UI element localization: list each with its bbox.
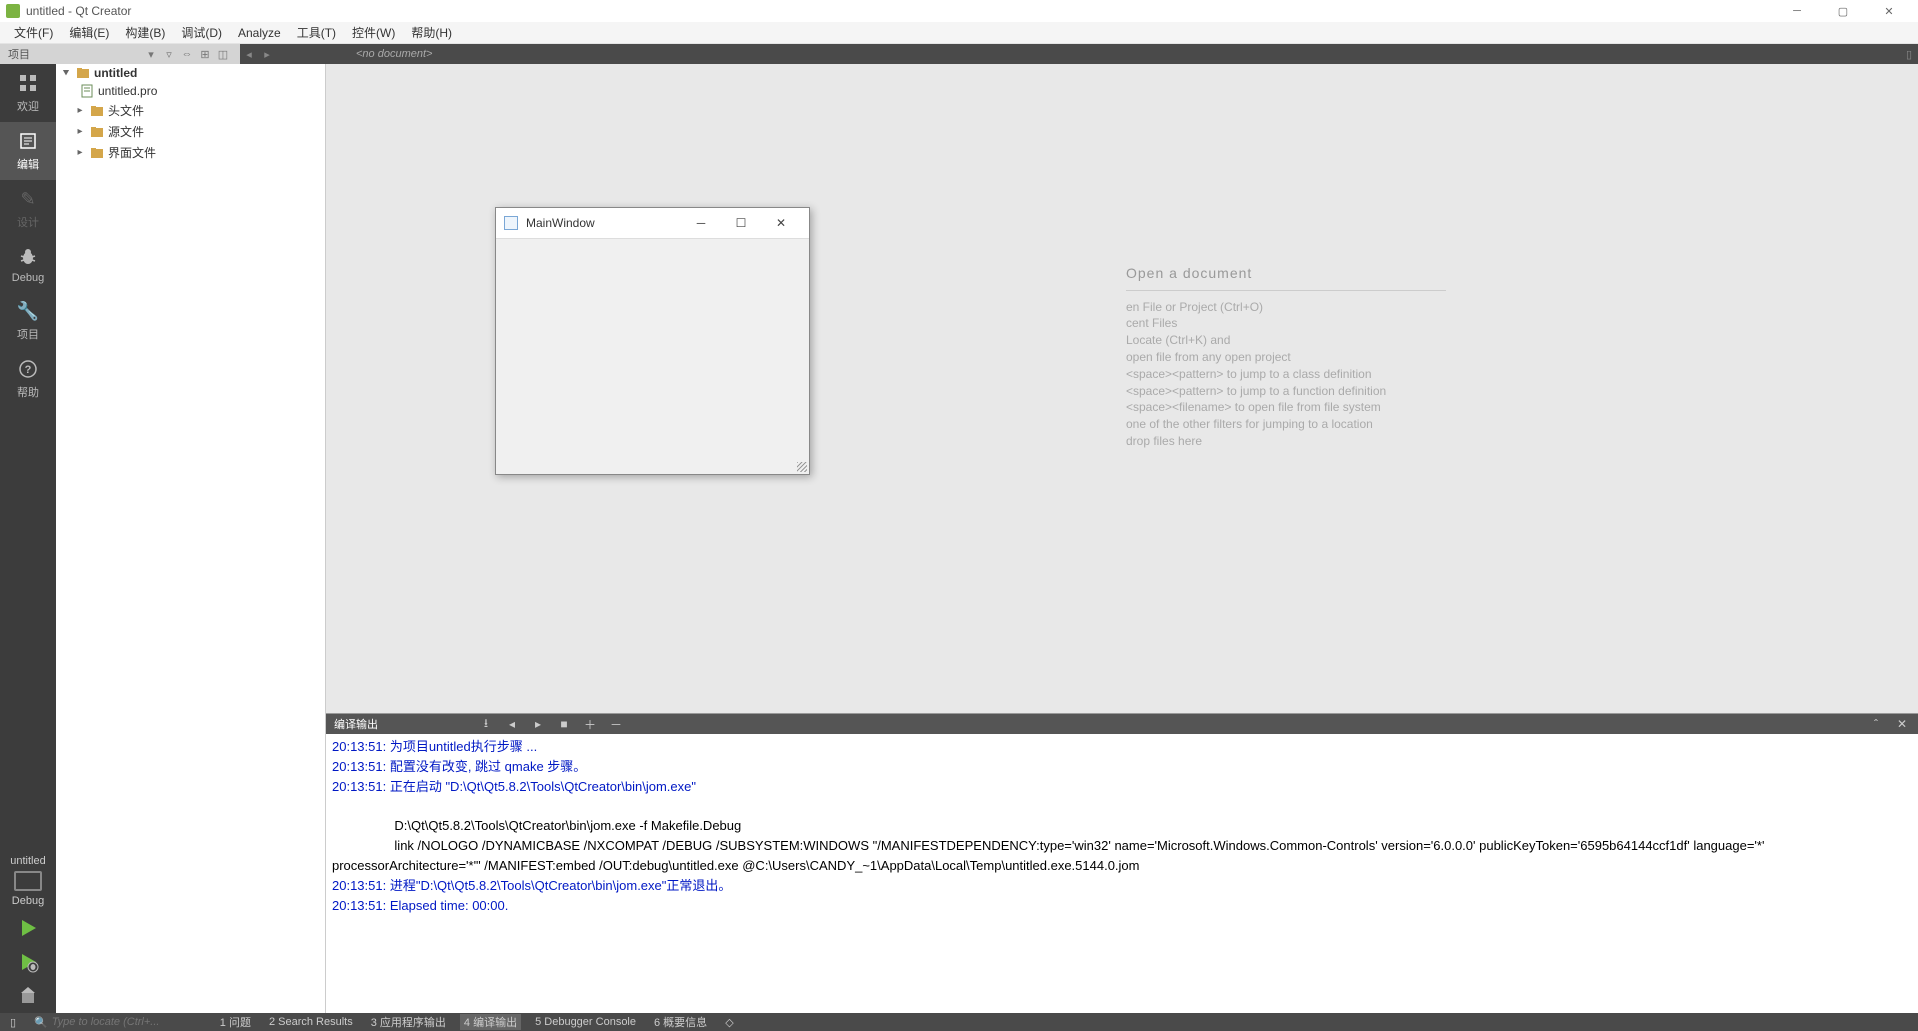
status-tab-compile[interactable]: 4 编译输出: [460, 1014, 521, 1030]
build-button[interactable]: [0, 979, 56, 1013]
wrench-icon: 🔧: [17, 300, 39, 322]
output-close-icon[interactable]: ✕: [1894, 717, 1910, 731]
folder-icon: [90, 104, 104, 118]
document-selector[interactable]: <no document>: [356, 48, 432, 60]
tree-folder-headers[interactable]: ▸ 头文件: [56, 100, 325, 121]
statusbar: ▯ 🔍 1 问题 2 Search Results 3 应用程序输出 4 编译输…: [0, 1013, 1918, 1031]
output-remove-icon[interactable]: －: [608, 716, 624, 733]
output-goto-icon[interactable]: ⭳: [478, 714, 494, 735]
mainwindow-title: MainWindow: [526, 216, 595, 230]
menu-file[interactable]: 文件(F): [6, 22, 61, 43]
menu-analyze[interactable]: Analyze: [230, 24, 289, 42]
debug-run-button[interactable]: [0, 945, 56, 979]
svg-text:?: ?: [25, 364, 32, 376]
menu-widgets[interactable]: 控件(W): [344, 22, 403, 43]
window-maximize-button[interactable]: ▢: [1820, 0, 1866, 22]
status-tab-issues[interactable]: 1 问题: [216, 1014, 255, 1030]
titlebar: untitled - Qt Creator ─ ▢ ✕: [0, 0, 1918, 22]
bug-icon: [17, 246, 39, 268]
project-tree[interactable]: ⯆ untitled untitled.pro ▸ 头文件 ▸ 源文件: [56, 64, 326, 1013]
mode-debug[interactable]: Debug: [0, 238, 56, 292]
chevron-right-icon[interactable]: ▸: [74, 126, 86, 137]
dropdown-icon[interactable]: ▾: [143, 46, 159, 62]
window-minimize-button[interactable]: ─: [1774, 0, 1820, 22]
tree-pro-file[interactable]: untitled.pro: [56, 82, 325, 100]
nav-back-icon[interactable]: ◂: [241, 46, 257, 62]
menu-help[interactable]: 帮助(H): [403, 22, 460, 43]
monitor-icon: [14, 871, 42, 891]
tree-folder-sources[interactable]: ▸ 源文件: [56, 121, 325, 142]
window-app-icon: [504, 216, 518, 230]
output-prev-icon[interactable]: ◂: [504, 717, 520, 731]
project-pane-label: 项目: [8, 46, 30, 62]
status-tab-general[interactable]: 6 概要信息: [650, 1014, 711, 1030]
file-icon: [80, 84, 94, 98]
mode-design: ✎ 设计: [0, 180, 56, 238]
output-add-icon[interactable]: ＋: [582, 716, 598, 733]
locate-input[interactable]: [52, 1016, 202, 1028]
mainwindow-minimize-button[interactable]: ─: [681, 208, 721, 238]
main-area: 欢迎 编辑 ✎ 设计 Debug 🔧 项目 ? 帮助: [0, 64, 1918, 1013]
compile-output-content[interactable]: 20:13:51: 为项目untitled执行步骤 ... 20:13:51: …: [326, 734, 1918, 1013]
status-tab-more[interactable]: ◇: [721, 1016, 737, 1029]
window-close-button[interactable]: ✕: [1866, 0, 1912, 22]
status-tab-search[interactable]: 2 Search Results: [265, 1016, 357, 1028]
menubar: 文件(F) 编辑(E) 构建(B) 调试(D) Analyze 工具(T) 控件…: [0, 22, 1918, 44]
mainwindow-dialog[interactable]: MainWindow ─ ☐ ✕: [495, 207, 810, 475]
open-document-hints: Open a document en File or Project (Ctrl…: [1126, 264, 1446, 450]
mode-edit[interactable]: 编辑: [0, 122, 56, 180]
menu-debug[interactable]: 调试(D): [173, 22, 230, 43]
folder-icon: [90, 146, 104, 160]
edit-icon: [17, 130, 39, 152]
mode-projects[interactable]: 🔧 项目: [0, 292, 56, 350]
link-icon[interactable]: ⇔: [179, 46, 195, 62]
chevron-right-icon[interactable]: ▸: [74, 105, 86, 116]
mode-welcome[interactable]: 欢迎: [0, 64, 56, 122]
grid-icon: [17, 72, 39, 94]
nav-forward-icon[interactable]: ▸: [259, 46, 275, 62]
expand-icon[interactable]: ⊞: [197, 46, 213, 62]
window-title: untitled - Qt Creator: [26, 4, 131, 18]
mainwindow-titlebar[interactable]: MainWindow ─ ☐ ✕: [496, 208, 809, 238]
filter-icon[interactable]: ▿: [161, 46, 177, 62]
target-selector[interactable]: untitled Debug: [0, 851, 56, 911]
output-titlebar: 编译输出 ⭳ ◂ ▸ ■ ＋ － ˆ ✕: [326, 714, 1918, 734]
qtcreator-app-icon: [6, 4, 20, 18]
output-next-icon[interactable]: ▸: [530, 717, 546, 731]
pencil-icon: ✎: [17, 188, 39, 210]
mainwindow-body: [496, 238, 809, 474]
status-tab-debugger[interactable]: 5 Debugger Console: [531, 1016, 640, 1028]
menu-build[interactable]: 构建(B): [117, 22, 173, 43]
project-icon: [76, 66, 90, 80]
folder-icon: [90, 125, 104, 139]
status-tab-appoutput[interactable]: 3 应用程序输出: [367, 1014, 450, 1030]
help-icon: ?: [17, 358, 39, 380]
tree-root[interactable]: ⯆ untitled: [56, 64, 325, 82]
chevron-down-icon[interactable]: ⯆: [60, 68, 72, 79]
mainwindow-maximize-button[interactable]: ☐: [721, 208, 761, 238]
modebar: 欢迎 编辑 ✎ 设计 Debug 🔧 项目 ? 帮助: [0, 64, 56, 1013]
compile-output-panel: 编译输出 ⭳ ◂ ▸ ■ ＋ － ˆ ✕ 20:13:51: 为项目untitl…: [326, 713, 1918, 1013]
sidebar-toggle-button[interactable]: ▯: [6, 1016, 20, 1029]
split-right-icon[interactable]: ▯: [1901, 46, 1917, 62]
top-toolbar: 项目 ▾ ▿ ⇔ ⊞ ◫ ◂ ▸ <no document> ▯: [0, 44, 1918, 64]
run-button[interactable]: [0, 911, 56, 945]
search-icon: 🔍: [34, 1016, 48, 1029]
output-stop-icon[interactable]: ■: [556, 717, 572, 731]
menu-tools[interactable]: 工具(T): [289, 22, 344, 43]
split-icon[interactable]: ◫: [215, 46, 231, 62]
mainwindow-close-button[interactable]: ✕: [761, 208, 801, 238]
chevron-right-icon[interactable]: ▸: [74, 147, 86, 158]
mode-help[interactable]: ? 帮助: [0, 350, 56, 408]
locate-field[interactable]: 🔍: [30, 1016, 206, 1029]
resize-grip-icon[interactable]: [797, 462, 807, 472]
tree-folder-forms[interactable]: ▸ 界面文件: [56, 142, 325, 163]
output-maximize-icon[interactable]: ˆ: [1868, 717, 1884, 731]
menu-edit[interactable]: 编辑(E): [61, 22, 117, 43]
